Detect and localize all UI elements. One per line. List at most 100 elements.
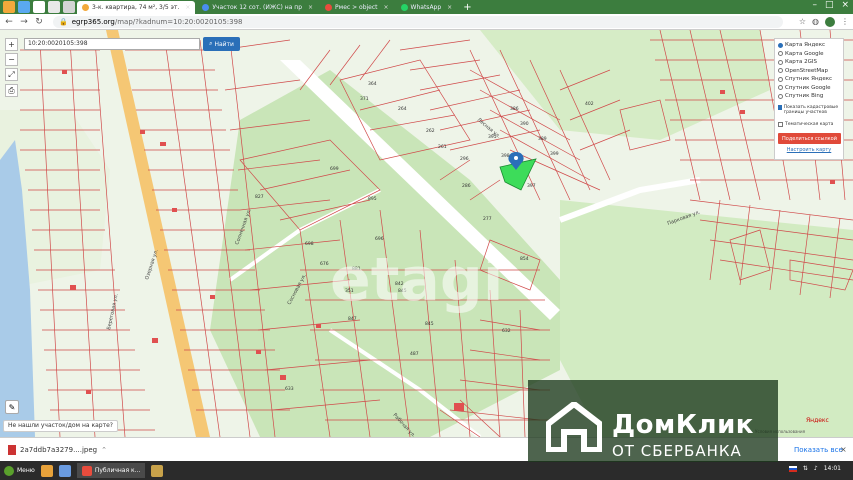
close-icon[interactable]: × (308, 1, 313, 14)
download-item[interactable]: 2a7ddb7a3279....jpeg ⌃ (8, 444, 107, 455)
pinned-tab-icon[interactable] (48, 1, 60, 13)
layer-option-yandex[interactable]: Карта Яндекс (778, 41, 840, 50)
find-button[interactable]: ⌕ Найти (203, 37, 240, 51)
pencil-icon: ✎ (8, 402, 16, 412)
radio-icon[interactable] (778, 42, 783, 48)
cadastral-search-input[interactable]: 10:20:0020105:398 (24, 38, 200, 50)
tab-label: Участок 12 сот. (ИЖС) на пр (212, 3, 303, 11)
new-tab-icon[interactable]: + (463, 2, 471, 13)
url-input[interactable]: 🔒 egrp365.org/map/?kadnum=10:20:0020105:… (53, 15, 783, 28)
configure-map-link[interactable]: Настроить карту (778, 147, 840, 153)
extension-icon[interactable]: ◍ (812, 17, 819, 26)
window-controls: – □ × (812, 0, 849, 10)
clock[interactable]: 14:01 (824, 465, 841, 472)
show-all-downloads-link[interactable]: Показать все (794, 446, 843, 454)
layer-label: OpenStreetMap (785, 67, 829, 74)
close-icon[interactable]: × (447, 1, 452, 14)
close-icon[interactable]: × (384, 1, 389, 14)
radio-icon[interactable] (778, 76, 783, 82)
close-icon[interactable]: × (840, 445, 847, 454)
tab-whatsapp[interactable]: WhatsApp × (396, 1, 458, 14)
menu-icon[interactable]: ⋮ (841, 17, 849, 26)
not-found-link[interactable]: Не нашли участок/дом на карте? (3, 420, 118, 432)
pinned-tab-icon[interactable] (33, 1, 45, 13)
reload-icon[interactable]: ↻ (33, 17, 45, 27)
star-icon[interactable]: ☆ (799, 17, 806, 26)
parcel-number: 262 (426, 128, 435, 134)
start-menu-button[interactable]: Меню (4, 465, 35, 476)
fullscreen-icon[interactable]: ⤢ (5, 68, 18, 81)
browser-tab-bar: 3-к. квартира, 74 м², 3/5 эт. × Участок … (0, 0, 853, 14)
layer-option-osm[interactable]: OpenStreetMap (778, 67, 840, 76)
radio-icon[interactable] (778, 93, 783, 99)
share-link-button[interactable]: Поделиться ссылкой (778, 133, 841, 144)
cadastral-map[interactable]: Озерная ул. Береговая ул. Солнечная ул. … (0, 30, 853, 437)
back-icon[interactable]: ← (3, 17, 15, 27)
tab-object[interactable]: Рмес > object × (320, 1, 394, 14)
firefox-launcher-icon[interactable] (40, 464, 53, 477)
close-window-icon[interactable]: × (841, 0, 849, 10)
checkbox-thematic-map[interactable]: Тематическая карта (778, 121, 840, 130)
parcel-number: 854 (520, 256, 529, 262)
main-road (106, 30, 210, 437)
zoom-in-button[interactable]: + (5, 38, 18, 51)
radio-icon[interactable] (778, 68, 783, 74)
volume-icon[interactable]: ♪ (814, 465, 818, 472)
maximize-icon[interactable]: □ (825, 0, 834, 10)
parcel-number: 398 (501, 153, 510, 159)
parcel-number: 698 (305, 241, 314, 247)
map-canvas[interactable]: Озерная ул. Береговая ул. Солнечная ул. … (0, 30, 853, 437)
parcel-number: 399 (550, 151, 559, 157)
layer-option-sat-bing[interactable]: Спутник Bing (778, 92, 840, 101)
menu-label: Меню (17, 467, 35, 474)
network-icon[interactable]: ⇅ (803, 465, 808, 472)
layer-option-sat-google[interactable]: Спутник Google (778, 84, 840, 93)
search-icon: ⌕ (209, 40, 213, 47)
parcel-number: 402 (585, 101, 594, 107)
layer-option-sat-yandex[interactable]: Спутник Яндекс (778, 75, 840, 84)
parcel-number: 389 (538, 136, 547, 142)
layer-label: Спутник Bing (785, 93, 824, 100)
chrome-icon (81, 465, 92, 476)
forward-icon[interactable]: → (18, 17, 30, 27)
pinned-tab-icon[interactable] (18, 1, 30, 13)
tab-label: 3-к. квартира, 74 м², 3/5 эт. (92, 3, 180, 11)
layer-option-google[interactable]: Карта Google (778, 50, 840, 59)
download-file-name: 2a7ddb7a3279....jpeg (20, 445, 98, 454)
layer-label: Карта 2GIS (785, 59, 817, 66)
layer-option-2gis[interactable]: Карта 2GIS (778, 58, 840, 67)
chevron-up-icon[interactable]: ⌃ (101, 446, 107, 454)
print-icon[interactable]: ⎙ (5, 84, 18, 97)
tab-apartment[interactable]: 3-к. квартира, 74 м², 3/5 эт. × (77, 0, 196, 14)
tab-land-plot[interactable]: Участок 12 сот. (ИЖС) на пр × (197, 1, 318, 14)
tab-label: Рмес > object (335, 3, 378, 11)
zoom-out-button[interactable]: − (5, 53, 18, 66)
parcel-number: 699 (330, 166, 339, 172)
keyboard-layout-icon[interactable] (788, 465, 797, 472)
parcel-number: 696 (375, 236, 384, 242)
taskbar-chrome-window[interactable]: Публичная к... (76, 463, 146, 478)
files-launcher-icon[interactable] (58, 464, 71, 477)
minimize-icon[interactable]: – (812, 0, 817, 10)
task-label: Публичная к... (94, 467, 141, 474)
avatar[interactable] (825, 16, 835, 27)
pinned-tab-icon[interactable] (63, 1, 75, 13)
close-icon[interactable]: × (185, 1, 190, 14)
radio-icon[interactable] (778, 51, 783, 57)
checkbox-icon[interactable] (778, 104, 782, 110)
tab-favicon-icon (400, 3, 408, 11)
parcel-number: 487 (410, 351, 419, 357)
app-icon[interactable] (3, 1, 15, 13)
edit-pencil-button[interactable]: ✎ (5, 400, 19, 414)
parcel-number: 676 (320, 261, 329, 267)
parcel-number: 397 (527, 183, 536, 189)
checkbox-cadastral-borders[interactable]: Показать кадастровые границы участков (778, 104, 840, 119)
domclick-subtitle: ОТ СБЕРБАНКА (612, 442, 742, 460)
radio-icon[interactable] (778, 85, 783, 91)
file-icon (8, 444, 16, 455)
layer-label: Карта Яндекс (785, 42, 826, 49)
radio-icon[interactable] (778, 59, 783, 65)
folder-icon[interactable] (151, 464, 164, 477)
find-label: Найти (214, 40, 234, 48)
checkbox-icon[interactable] (778, 122, 783, 128)
